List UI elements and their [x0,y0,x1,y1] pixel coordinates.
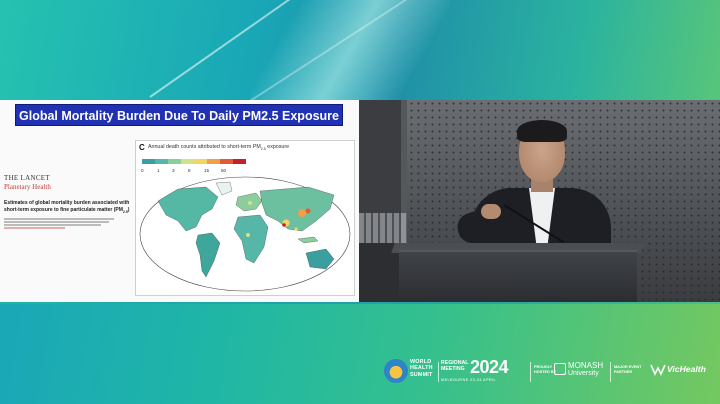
speaker-hair [517,120,567,142]
journal-name: THE LANCET [4,174,50,182]
panel-letter: C [139,143,145,152]
legend-swatch [233,159,246,164]
slide-title: Global Mortality Burden Due To Daily PM2… [15,104,343,126]
whs-line3: SUMMIT [410,371,433,378]
figure-title-suffix: exposure [265,144,290,150]
world-health-summit-logo-icon [384,359,408,383]
podium [399,250,637,302]
legend-tick-label: 15 [204,168,210,173]
legend-swatch [207,159,220,164]
legend-tick-label: 8 [188,168,191,173]
footer-divider [438,362,439,382]
legend-tick-label: 50 [221,168,227,173]
legend-tick-label: 1 [157,168,160,173]
whs-line2: HEALTH [410,365,433,372]
journal-citation: THE LANCET Planetary Health Estimates of… [4,174,134,230]
major-line2: PARTNER [614,369,633,374]
legend-tick-label: 3 [172,168,175,173]
water-glasses [359,213,407,243]
paper-title-line1: Estimates of global mortality burden ass… [4,200,130,206]
legend-tick-label: 0 [141,168,144,173]
legend-swatch [181,159,194,164]
monash-shield-icon [554,363,566,375]
vichealth-logo-text: VicHealth [667,364,706,374]
event-footer: WORLD HEALTH SUMMIT REGIONAL MEETING 202… [384,356,714,390]
world-map [139,176,351,292]
footer-divider [610,362,611,382]
hosted-by-label: PROUDLY HOSTED BY [534,365,556,375]
paper-title: Estimates of global mortality burden ass… [4,200,134,215]
speaker-hand [481,204,501,219]
presentation-slide: Global Mortality Burden Due To Daily PM2… [0,100,359,302]
figure-title-prefix: Annual death counts attributed to short-… [148,144,261,150]
legend-swatch [194,159,207,164]
hosted-line2: HOSTED BY [534,369,557,374]
color-legend [142,159,246,164]
rm-line2: MEETING [441,366,465,373]
monash-line1: MONASH [568,361,604,370]
figure-title: Annual death counts attributed to short-… [148,144,289,151]
regional-meeting-label: REGIONAL MEETING [441,360,468,372]
paper-title-line2: short-term exposure to fine particulate … [4,206,123,213]
paper-title-end: ) [127,206,130,213]
monash-line2: University [568,369,599,377]
journal-subtitle: Planetary Health [4,183,51,191]
author-list [4,218,114,229]
legend-swatch [155,159,168,164]
map-figure: C Annual death counts attributed to shor… [135,140,355,296]
legend-swatch [220,159,233,164]
speaker-video [359,100,720,302]
monash-logo-text: MONASH University [568,362,603,377]
world-health-summit-logo-text: WORLD HEALTH SUMMIT [410,359,433,378]
event-year: 2024 [470,357,509,377]
vichealth-logo-icon [650,364,666,376]
event-venue: MELBOURNE 23-24 APRIL [441,378,497,382]
footer-divider [530,362,531,382]
legend-swatch [168,159,181,164]
major-partner-label: MAJOR EVENT PARTNER [614,365,641,375]
background-glow [250,0,450,100]
legend-swatch [142,159,155,164]
